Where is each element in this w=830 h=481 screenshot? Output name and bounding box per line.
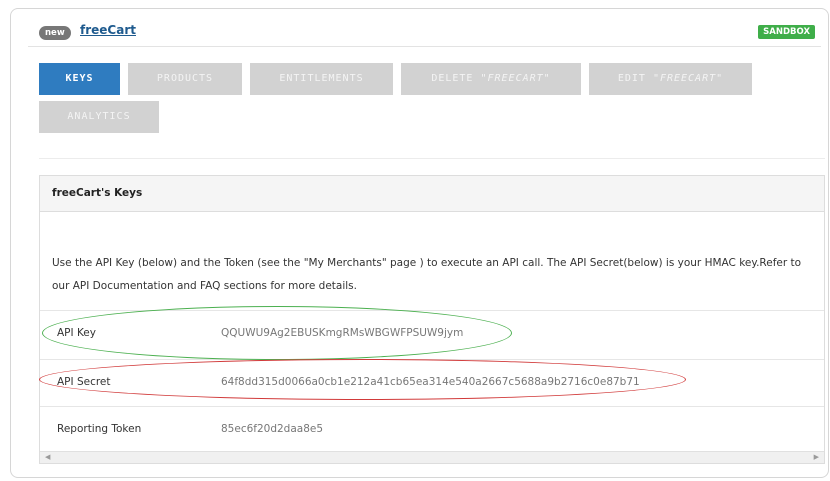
scroll-left-icon[interactable]: ◀	[45, 453, 50, 461]
scroll-right-icon[interactable]: ▶	[814, 453, 819, 461]
api-secret-label: API Secret	[57, 376, 111, 388]
reporting-token-row: Reporting Token 85ec6f20d2daa8e5	[40, 406, 824, 451]
tab-delete-label: DELETE	[431, 73, 481, 84]
api-secret-value[interactable]: 64f8dd315d0066a0cb1e212a41cb65ea314e540a…	[221, 360, 640, 404]
sandbox-badge: SANDBOX	[758, 25, 815, 39]
reporting-token-value[interactable]: 85ec6f20d2daa8e5	[221, 407, 323, 451]
merchant-header: new freeCart SANDBOX	[28, 18, 821, 47]
api-secret-row: API Secret 64f8dd315d0066a0cb1e212a41cb6…	[40, 359, 824, 404]
tab-delete-app-name: "FREECART"	[480, 73, 551, 84]
api-key-value[interactable]: QQUWU9Ag2EBUSKmgRMsWBGWFPSUW9jym	[221, 311, 463, 355]
tab-edit-app[interactable]: EDIT "FREECART"	[589, 63, 752, 95]
tab-products[interactable]: PRODUCTS	[128, 63, 242, 95]
tab-keys[interactable]: KEYS	[39, 63, 120, 95]
panel-description: Use the API Key (below) and the Token (s…	[52, 257, 802, 292]
tab-edit-app-name: "FREECART"	[652, 73, 724, 84]
horizontal-scrollbar[interactable]: ◀ ▶	[40, 451, 824, 463]
tab-edit-label: EDIT	[617, 73, 653, 84]
new-badge: new	[39, 26, 71, 40]
tabs-divider	[39, 158, 825, 159]
tab-analytics[interactable]: ANALYTICS	[39, 101, 159, 133]
merchant-title-link[interactable]: freeCart	[80, 23, 136, 37]
tab-entitlements[interactable]: ENTITLEMENTS	[250, 63, 393, 95]
reporting-token-label: Reporting Token	[57, 423, 142, 435]
panel-title: freeCart's Keys	[40, 176, 824, 212]
api-key-label: API Key	[57, 327, 96, 339]
api-key-row: API Key QQUWU9Ag2EBUSKmgRMsWBGWFPSUW9jym	[40, 310, 824, 355]
tab-delete-app[interactable]: DELETE "FREECART"	[401, 63, 581, 95]
keys-panel: freeCart's Keys Use the API Key (below) …	[39, 175, 825, 464]
